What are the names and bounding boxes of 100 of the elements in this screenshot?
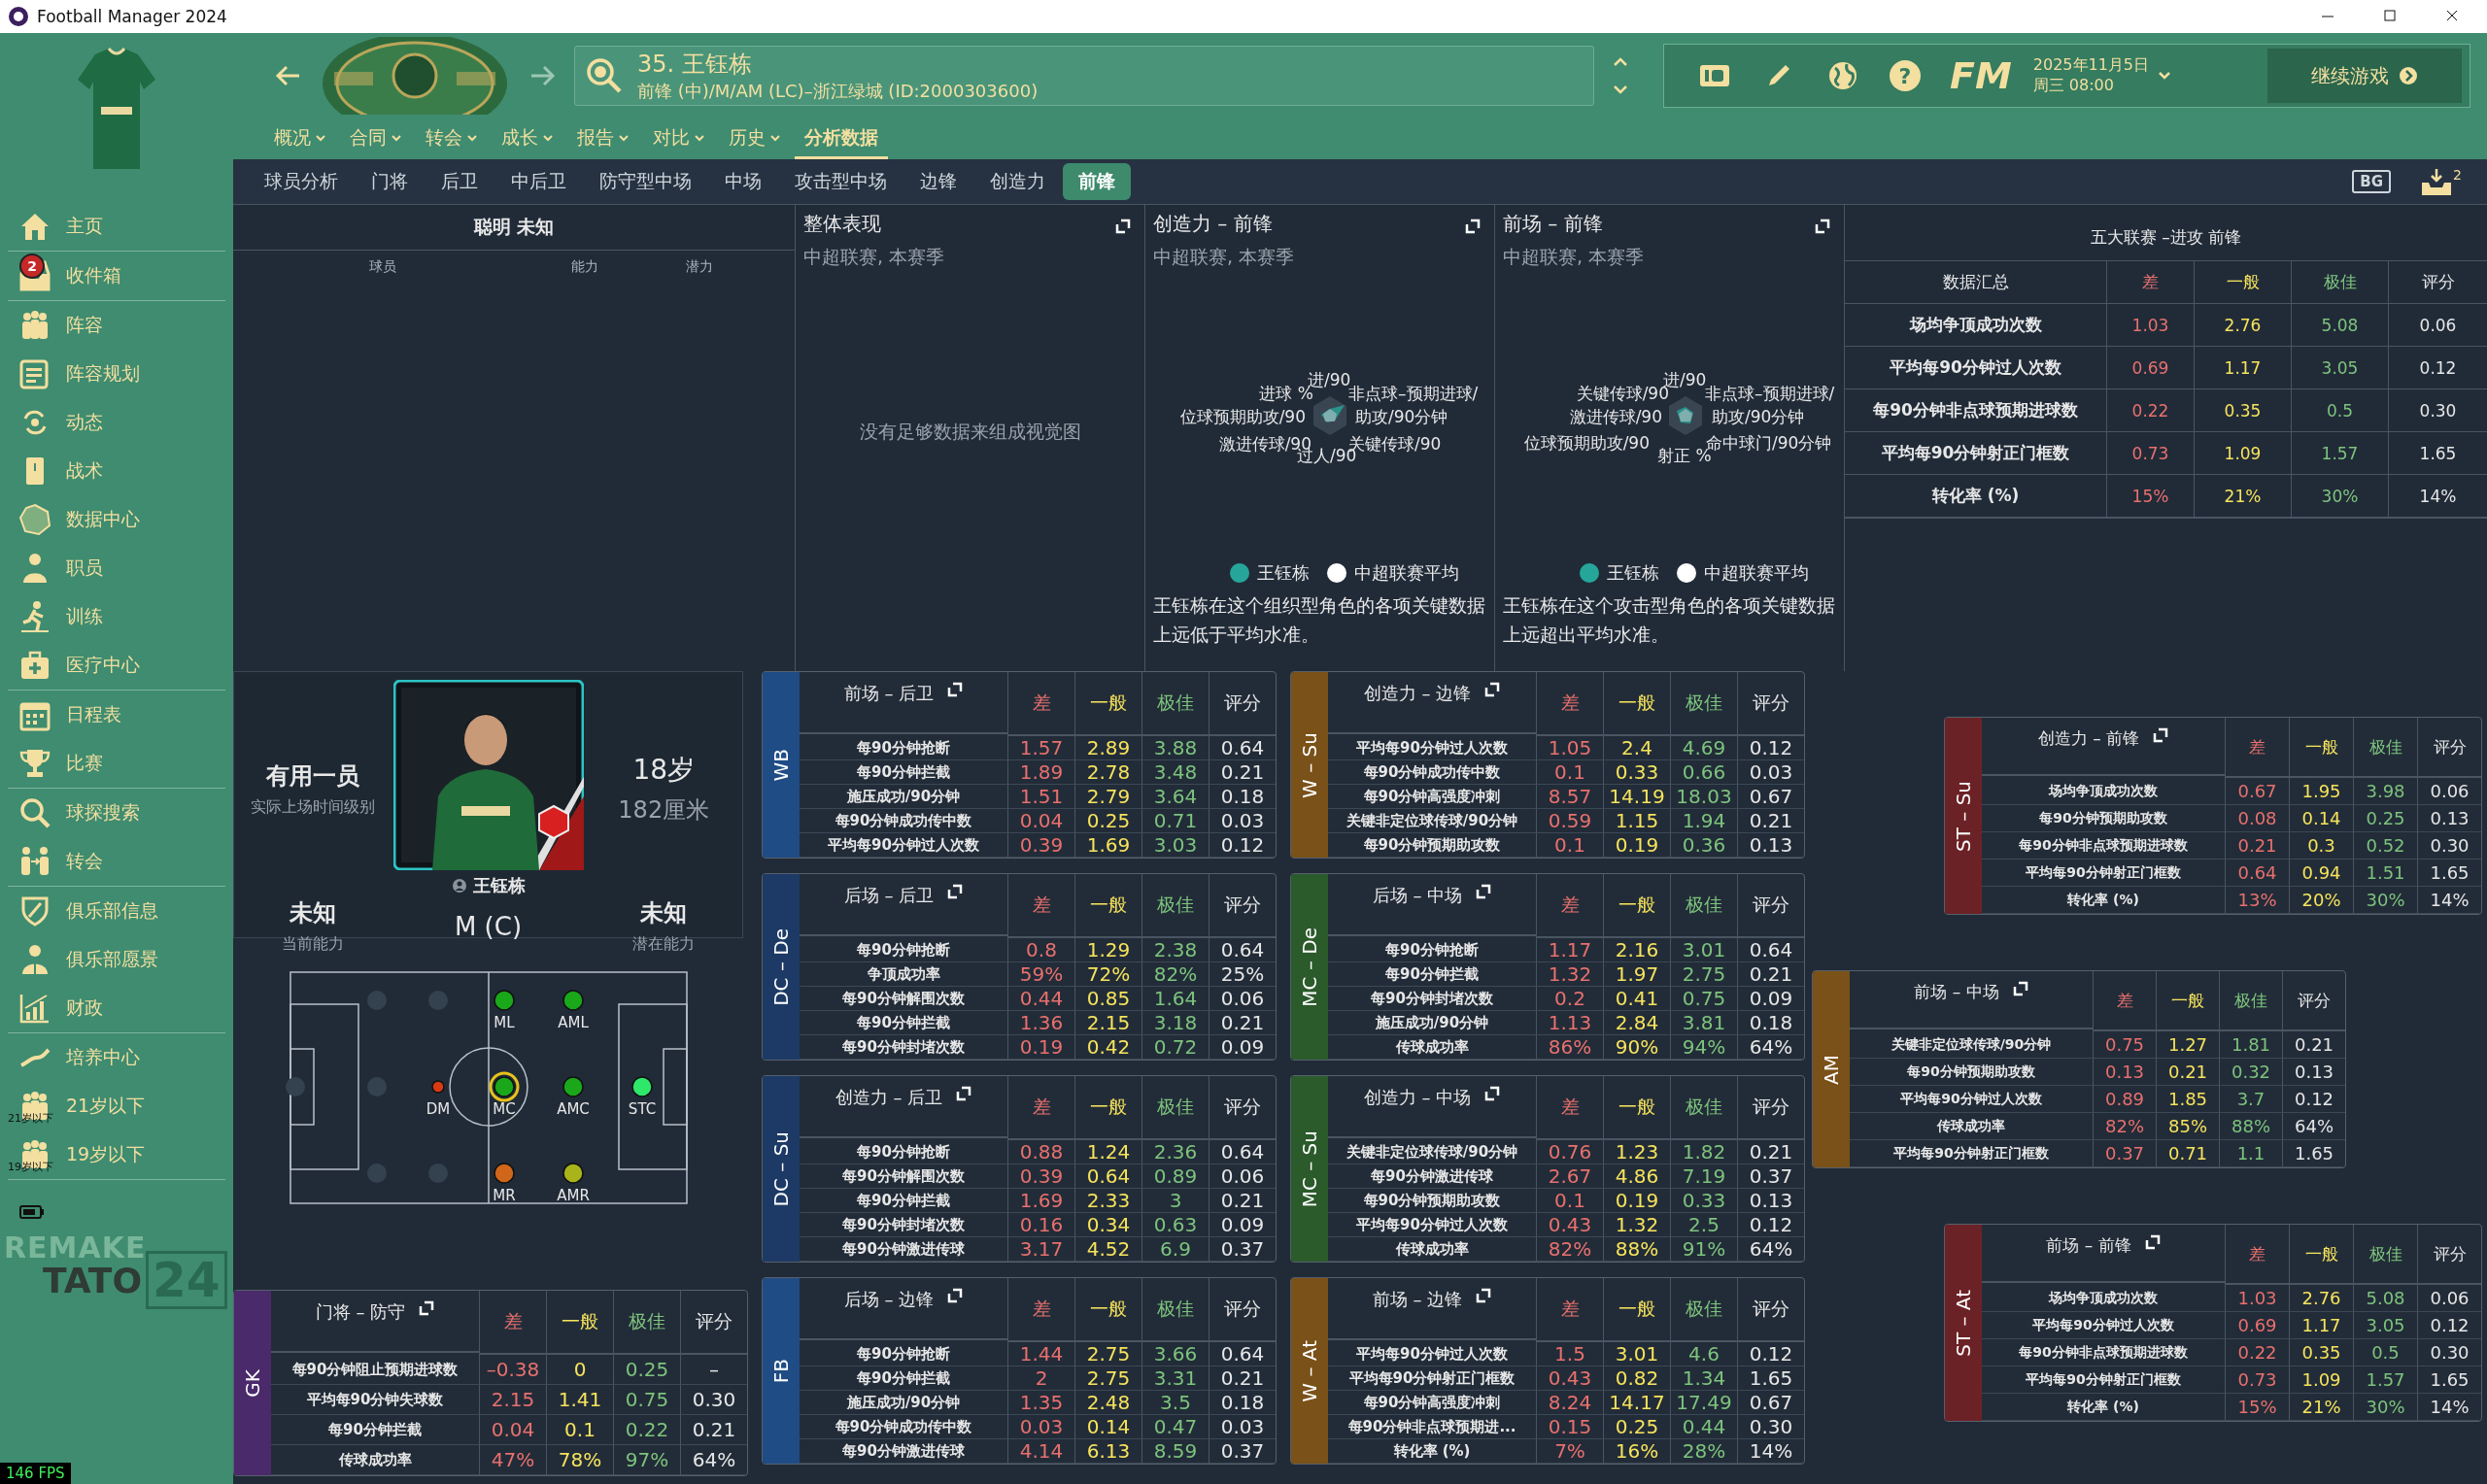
- sidebar-item[interactable]: 培养中心: [8, 1033, 225, 1082]
- sidebar-item[interactable]: 训练: [8, 592, 225, 641]
- column-header: 评分: [1737, 874, 1804, 938]
- table-cell: 0.52: [2353, 832, 2417, 860]
- row-label: 平均每90分钟过人次数: [800, 833, 1007, 858]
- expand-icon[interactable]: [1484, 682, 1501, 697]
- player-selector[interactable]: 35. 王钰栋 前锋 (中)/M/AM (LC)–浙江绿城 (ID:2000303600): [574, 46, 1594, 106]
- table-cell: 0.76: [1536, 1140, 1603, 1164]
- column-header: 极佳: [1141, 874, 1209, 938]
- table-cell: 1.03: [2225, 1285, 2289, 1312]
- menu-item[interactable]: 成长: [492, 118, 563, 159]
- expand-icon[interactable]: [947, 884, 964, 899]
- tab[interactable]: 攻击型中场: [779, 163, 903, 200]
- table-cell: 1.34: [1670, 1366, 1737, 1391]
- table-cell: 8.59: [1141, 1439, 1209, 1464]
- menu-item[interactable]: 转会: [416, 118, 488, 159]
- expand-icon[interactable]: [419, 1300, 435, 1316]
- position-label: AMC: [557, 1100, 590, 1118]
- inbox-icon[interactable]: [2420, 167, 2454, 196]
- menu-item[interactable]: 历史: [719, 118, 791, 159]
- sidebar-item[interactable]: 转会: [8, 837, 225, 886]
- table-cell: 64%: [2282, 1113, 2345, 1140]
- table-cell: 1.57: [2292, 432, 2389, 475]
- tab[interactable]: 前锋: [1063, 163, 1131, 200]
- background-toggle-button[interactable]: BG: [2352, 170, 2392, 193]
- expand-icon[interactable]: [2012, 981, 2028, 996]
- sidebar-item[interactable]: 球探搜索: [8, 789, 225, 837]
- role-tag: DC – De: [763, 874, 800, 1060]
- table-title: 五大联赛 –进攻 前锋: [1845, 205, 2487, 261]
- row-label: 关键非定位球传球/90分钟: [1328, 809, 1536, 833]
- table-cell: 0.47: [1141, 1415, 1209, 1439]
- sidebar-item[interactable]: 动态: [8, 398, 225, 447]
- table-cell: 21%: [2289, 1394, 2353, 1421]
- table-cell: 30%: [2353, 1394, 2417, 1421]
- row-label: 场均争顶成功次数: [1845, 304, 2107, 347]
- expand-icon[interactable]: [1465, 219, 1481, 234]
- expand-icon[interactable]: [1115, 219, 1131, 234]
- table-cell: 3.88: [1141, 736, 1209, 760]
- table-cell: 1.69: [1074, 833, 1141, 858]
- tab[interactable]: 边锋: [904, 163, 972, 200]
- sidebar-item[interactable]: 比赛: [8, 739, 225, 788]
- menu-item[interactable]: 概况: [264, 118, 336, 159]
- sidebar-item[interactable]: 阵容: [8, 301, 225, 350]
- table-cell: 1.27: [2156, 1031, 2219, 1059]
- row-label: 每90分钟非点球预期进球数: [1982, 1339, 2225, 1366]
- table-cell: 1.13: [1536, 1011, 1603, 1035]
- row-label: 平均每90分钟过人次数: [1845, 347, 2107, 389]
- table-cell: 0.75: [2093, 1031, 2156, 1059]
- table-cell: 1.85: [2156, 1086, 2219, 1113]
- expand-icon[interactable]: [2144, 1234, 2161, 1250]
- expand-icon[interactable]: [1476, 884, 1492, 899]
- tab[interactable]: 创造力: [974, 163, 1061, 200]
- sidebar-item[interactable]: 职员: [8, 544, 225, 592]
- row-label: 场均争顶成功次数: [1982, 778, 2225, 805]
- row-label: 每90分钟成功传中数: [1328, 760, 1536, 785]
- row-label: 每90分钟拦截: [800, 760, 1007, 785]
- tab[interactable]: 中场: [709, 163, 777, 200]
- menu-item[interactable]: 对比: [643, 118, 715, 159]
- table-cell: 15%: [2225, 1394, 2289, 1421]
- expand-icon[interactable]: [947, 1288, 964, 1303]
- continue-button[interactable]: 继续游戏: [2267, 49, 2462, 103]
- expand-icon[interactable]: [947, 682, 964, 697]
- sidebar-item[interactable]: 数据中心: [8, 495, 225, 544]
- table-cell: 2.75: [1074, 1342, 1141, 1366]
- expand-icon[interactable]: [956, 1086, 972, 1101]
- sidebar-item[interactable]: 日程表: [8, 691, 225, 739]
- sidebar-label: 俱乐部信息: [66, 898, 158, 923]
- sidebar-item[interactable]: 2 收件箱: [8, 252, 225, 300]
- column-header: 差: [1007, 1076, 1074, 1140]
- table-cell: 0.13: [2093, 1059, 2156, 1086]
- sidebar-item[interactable]: 战术: [8, 447, 225, 495]
- expand-icon[interactable]: [1484, 1086, 1501, 1101]
- sidebar-item[interactable]: 俱乐部信息: [8, 887, 225, 935]
- tab[interactable]: 防守型中场: [584, 163, 707, 200]
- sidebar-label: 转会: [66, 849, 103, 873]
- row-label: 每90分钟封堵次数: [800, 1213, 1007, 1237]
- table-cell: 0: [546, 1355, 613, 1385]
- help-button[interactable]: ?: [1890, 60, 1921, 91]
- column-header: 差: [1536, 1278, 1603, 1342]
- sidebar-item[interactable]: 主页: [8, 202, 225, 251]
- sidebar-item[interactable]: 俱乐部愿景: [8, 935, 225, 984]
- sidebar-item[interactable]: 医疗中心: [8, 641, 225, 690]
- column-header: 差: [2093, 971, 2156, 1031]
- menu-item[interactable]: 报告: [567, 118, 639, 159]
- expand-icon[interactable]: [1476, 1288, 1492, 1303]
- table-cell: 4.52: [1074, 1237, 1141, 1262]
- expand-icon[interactable]: [2153, 727, 2169, 743]
- tab[interactable]: 后卫: [426, 163, 494, 200]
- table-cell: 0.22: [613, 1415, 680, 1445]
- tab[interactable]: 中后卫: [495, 163, 582, 200]
- column-header: 差: [2225, 1225, 2289, 1285]
- table-cell: 0.30: [680, 1385, 747, 1415]
- table-cell: 82%: [1536, 1237, 1603, 1262]
- tab[interactable]: 球员分析: [249, 163, 354, 200]
- sidebar-item[interactable]: 财政: [8, 984, 225, 1032]
- sidebar-item[interactable]: 阵容规划: [8, 350, 225, 398]
- tab[interactable]: 门将: [356, 163, 424, 200]
- expand-icon[interactable]: [1815, 219, 1830, 234]
- menu-item[interactable]: 合同: [340, 118, 412, 159]
- table-cell: 3.05: [2353, 1312, 2417, 1339]
